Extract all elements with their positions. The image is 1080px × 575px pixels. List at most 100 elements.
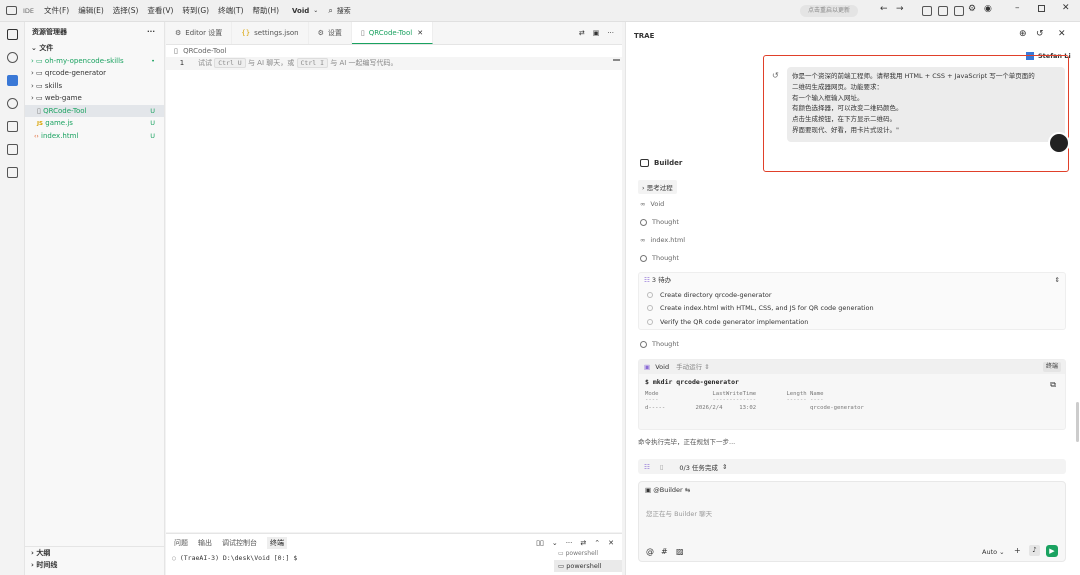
todo-item[interactable]: Verify the QR code generator implementat… [639,315,1065,329]
layout-panel-icon[interactable] [938,6,948,16]
split-editor-icon[interactable]: ▣ [593,29,600,37]
menu-file[interactable]: 文件(F) [44,5,69,16]
mention-icon[interactable]: @ [646,547,654,556]
extensions-icon[interactable] [7,167,18,178]
model-select[interactable]: Auto ⌄ [982,548,1005,556]
split-terminal-icon[interactable]: ▯▯ [536,539,544,547]
user-message-bubble[interactable]: 你是一个资深的前端工程师。请帮我用 HTML + CSS + JavaScrip… [787,67,1065,142]
menu-help[interactable]: 帮助(H) [253,5,280,16]
new-chat-icon[interactable]: ⊕ [1019,29,1027,39]
tab-problems[interactable]: 问题 [174,538,188,548]
chat-input[interactable]: 您正在与 Builder 聊天 [646,508,712,518]
step-thought[interactable]: Thought [640,218,679,226]
section-timeline[interactable]: › 时间线 [25,559,165,572]
send-icon[interactable]: ▶ [1046,545,1058,557]
hash-icon[interactable]: # [661,547,668,556]
file-index-html[interactable]: ‹› index.html U [25,130,164,143]
microphone-icon[interactable]: ♪ [1029,545,1040,556]
step-thought-3[interactable]: Thought [640,340,679,348]
debug-icon[interactable] [7,121,18,132]
close-panel-icon[interactable]: ✕ [608,539,614,547]
remote-icon[interactable] [7,144,18,155]
more-actions-icon[interactable]: ··· [607,29,614,37]
image-icon[interactable]: ▨ [676,547,684,556]
step-void[interactable]: ∞ Void [640,200,664,208]
menu-go[interactable]: 转到(G) [182,5,209,16]
section-files[interactable]: ⌄ 文件 [25,42,164,55]
undo-icon[interactable]: ↺ [772,71,779,80]
run-mode-select[interactable]: 手动运行 [676,363,702,371]
settings-icon[interactable]: ⚙ [968,4,976,14]
minimize-icon[interactable]: – [1015,3,1020,13]
ai-chat-panel: TRAE ⊕ ↺ ✕ Stefan Li 你是一个资深的前端工程师。请帮我用 H… [625,22,1080,575]
folder-oh-my-opencode-skills[interactable]: › ▭ oh-my-opencode-skills • [25,55,164,68]
step-index-html[interactable]: ∞ index.html [640,236,685,244]
step-thought-2[interactable]: Thought [640,254,679,262]
more-actions-icon[interactable]: ··· [147,22,155,42]
todo-header[interactable]: ☷ 3 待办 ⇕ [639,273,1065,288]
tab-output[interactable]: 输出 [198,538,212,548]
app-badge[interactable]: IDE [23,7,34,15]
forward-arrow-icon[interactable]: → [896,4,904,14]
terminal-settings-icon[interactable]: ⇄ [580,539,586,547]
account-icon[interactable]: ◉ [984,4,992,14]
chevron-right-icon: › [31,561,34,569]
file-game-js[interactable]: JS game.js U [25,117,164,130]
code-line[interactable]: 1 试试 Ctrl U 与 AI 聊天，或 Ctrl I 与 AI 一起编写代码… [166,57,622,70]
search-icon[interactable] [7,52,18,63]
tab-settings[interactable]: ⚙ 设置 [309,22,352,44]
menu-selection[interactable]: 选择(S) [113,5,139,16]
tab-terminal[interactable]: 终端 [267,537,287,549]
expand-icon[interactable]: ⇕ [1055,273,1060,288]
more-actions-icon[interactable]: ··· [566,539,573,547]
chat-scrollbar[interactable] [1076,402,1079,442]
folder-skills[interactable]: › ▭ skills [25,80,164,93]
minimap-scrollbar[interactable] [613,59,620,61]
todo-checkbox[interactable] [647,305,653,312]
folder-web-game[interactable]: › ▭ web-game [25,92,164,105]
search-label[interactable]: 搜索 [337,6,351,16]
close-window-icon[interactable]: ✕ [1062,3,1070,13]
update-pill[interactable]: 点击重启以更新 [800,5,859,17]
section-outline[interactable]: › 大纲 [25,546,165,559]
close-chat-icon[interactable]: ✕ [1058,29,1066,39]
folder-qrcode-generator[interactable]: › ▭ qrcode-generator [25,67,164,80]
tab-editor-settings[interactable]: ⚙ Editor 设置 [166,22,233,44]
task-progress-bar[interactable]: ☷ ▯ 0/3 任务完成 ⇕ [638,459,1066,474]
maximize-icon[interactable] [1038,5,1045,12]
breadcrumb-item[interactable]: QRCode-Tool [183,47,226,55]
eye-icon[interactable] [7,98,18,109]
copy-icon[interactable]: ⧉ [1050,380,1056,390]
layout-right-icon[interactable] [954,6,964,16]
tab-qrcode-tool[interactable]: ▯ QRCode-Tool ✕ [351,22,434,44]
close-tab-icon[interactable]: ✕ [417,29,423,37]
back-arrow-icon[interactable]: ← [880,4,888,14]
chevron-down-icon[interactable]: ⌄ [552,539,558,547]
menu-terminal[interactable]: 终端(T) [218,5,243,16]
files-icon[interactable] [7,29,18,40]
source-control-icon[interactable] [7,75,18,86]
tab-debug-console[interactable]: 调试控制台 [222,538,257,548]
terminal-button[interactable]: 终端 [1042,362,1061,372]
layout-sidebar-icon[interactable] [922,6,932,16]
chevron-up-icon[interactable]: ⌃ [594,539,600,547]
todo-item[interactable]: Create index.html with HTML, CSS, and JS… [639,302,1065,316]
tree-label: web-game [44,94,82,102]
menu-view[interactable]: 查看(V) [147,5,173,16]
terminal-entry-active[interactable]: ▭ powershell [554,560,622,572]
todo-checkbox[interactable] [647,318,653,325]
tab-settings-json[interactable]: {} settings.json [232,22,309,44]
menu-edit[interactable]: 编辑(E) [78,5,104,16]
workspace-name[interactable]: Void [292,7,309,15]
editor-tabs: ⚙ Editor 设置 {} settings.json ⚙ 设置 ▯ QRCode-T… [166,22,622,45]
todo-label: Create directory qrcode-generator [660,290,772,299]
split-compare-icon[interactable]: ⇄ [579,29,585,37]
terminal-entry[interactable]: ▭ powershell [554,550,622,560]
agent-mention[interactable]: ▣ @Builder ⇆ [645,486,690,494]
thinking-toggle[interactable]: › 思考过程 [638,180,677,194]
file-qrcode-tool[interactable]: ▯ QRCode-Tool U [25,104,164,117]
todo-item[interactable]: Create directory qrcode-generator [639,288,1065,302]
add-icon[interactable]: + [1014,546,1021,555]
history-icon[interactable]: ↺ [1036,29,1044,39]
todo-checkbox[interactable] [647,291,653,298]
